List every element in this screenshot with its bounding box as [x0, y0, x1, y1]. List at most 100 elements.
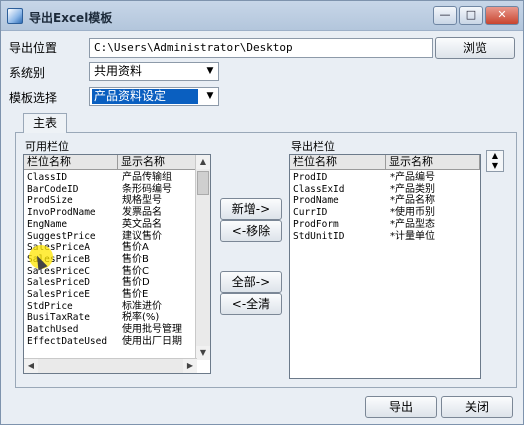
display-name-cell: *产品编号: [390, 172, 435, 183]
field-name-cell: SuggestPrice: [27, 230, 96, 242]
field-name-cell: BatchUsed: [27, 324, 79, 336]
column-header-field-name[interactable]: 栏位名称: [24, 155, 118, 170]
close-button[interactable]: 关闭: [441, 396, 513, 418]
maximize-button[interactable]: □: [459, 6, 483, 25]
chevron-down-icon: ▼: [206, 91, 214, 101]
list-item[interactable]: BarCodeID 条形码编号: [24, 184, 194, 196]
export-excel-template-window: 导出Excel模板 — □ ✕ 导出位置 C:\Users\Administra…: [0, 0, 524, 425]
export-fields-title: 导出栏位: [291, 140, 335, 153]
list-item[interactable]: SalesPriceC 售价C: [24, 266, 194, 278]
field-name-cell: SalesPriceD: [27, 277, 90, 289]
add-all-button[interactable]: 全部->: [220, 271, 282, 293]
display-name-cell: 发票品名: [122, 207, 162, 219]
field-name-cell: StdUnitID: [293, 230, 345, 242]
display-name-cell: 售价C: [122, 265, 149, 277]
list-item[interactable]: InvoProdName 发票品名: [24, 207, 194, 219]
move-down-icon[interactable]: ▼: [487, 161, 503, 171]
export-list-header: 栏位名称 显示名称: [290, 155, 480, 170]
export-fields-list[interactable]: 栏位名称 显示名称 ProdID *产品编号 ClassExId *产品类别 ProdN…: [289, 154, 481, 379]
display-name-cell: 条形码编号: [122, 183, 172, 195]
list-item[interactable]: StdPrice 标准进价: [24, 301, 194, 313]
export-path-label: 导出位置: [9, 41, 58, 55]
display-name-cell: *计量单位: [390, 230, 435, 242]
clear-all-button[interactable]: <-全清: [220, 293, 282, 315]
scroll-thumb[interactable]: [197, 171, 209, 195]
list-item[interactable]: SalesPriceE 售价E: [24, 289, 194, 301]
field-name-cell: EffectDateUsed: [27, 335, 108, 347]
field-name-cell: BusiTaxRate: [27, 312, 90, 324]
list-item[interactable]: SuggestPrice 建议售价: [24, 231, 194, 243]
list-item[interactable]: ClassExId *产品类别: [290, 184, 460, 196]
list-item[interactable]: ProdName *产品名称: [290, 195, 460, 207]
system-select-value: 共用资料: [94, 64, 143, 78]
available-horizontal-scrollbar[interactable]: ◀ ▶: [24, 358, 197, 373]
column-header-field-name[interactable]: 栏位名称: [290, 155, 386, 170]
field-name-cell: EngName: [27, 218, 68, 230]
list-item[interactable]: ClassID 产品传输组: [24, 172, 194, 184]
title-bar[interactable]: 导出Excel模板 — □ ✕: [1, 1, 523, 31]
display-name-cell: 售价D: [122, 277, 150, 289]
list-item[interactable]: SalesPriceD 售价D: [24, 277, 194, 289]
template-select-value: 产品资料设定: [92, 89, 198, 104]
field-name-cell: InvoProdName: [27, 207, 96, 219]
export-path-field[interactable]: C:\Users\Administrator\Desktop: [89, 38, 433, 58]
field-name-cell: ProdName: [293, 195, 339, 207]
display-name-cell: *使用币别: [390, 207, 435, 219]
tab-main[interactable]: 主表: [23, 113, 67, 133]
list-item[interactable]: CurrID *使用币别: [290, 207, 460, 219]
display-name-cell: 售价A: [122, 242, 149, 254]
display-name-cell: 售价B: [122, 253, 149, 265]
template-select[interactable]: 产品资料设定 ▼: [89, 87, 219, 106]
add-button[interactable]: 新增->: [220, 198, 282, 220]
display-name-cell: 产品传输组: [122, 172, 172, 183]
system-select[interactable]: 共用资料 ▼: [89, 62, 219, 81]
display-name-cell: *产品类别: [390, 183, 435, 195]
export-button[interactable]: 导出: [365, 396, 437, 418]
list-item[interactable]: ProdForm *产品型态: [290, 219, 460, 231]
display-name-cell: 使用出厂日期: [122, 335, 182, 347]
column-header-display-name[interactable]: 显示名称: [386, 155, 480, 170]
field-name-cell: BarCodeID: [27, 183, 79, 195]
list-item[interactable]: StdUnitID *计量单位: [290, 231, 460, 243]
remove-button[interactable]: <-移除: [220, 220, 282, 242]
display-name-cell: 建议售价: [122, 230, 162, 242]
system-label: 系统别: [9, 66, 46, 80]
display-name-cell: 使用批号管理: [122, 324, 182, 336]
display-name-cell: *产品名称: [390, 195, 435, 207]
available-fields-list[interactable]: 栏位名称 显示名称 ClassID 产品传输组 BarCodeID 条形码编号 Prod…: [23, 154, 211, 374]
browse-button[interactable]: 浏览: [435, 37, 515, 59]
scroll-right-icon[interactable]: ▶: [183, 359, 197, 373]
display-name-cell: *产品型态: [390, 218, 435, 230]
list-item[interactable]: BatchUsed 使用批号管理: [24, 324, 194, 336]
template-label: 模板选择: [9, 91, 58, 105]
app-icon: [7, 8, 23, 24]
list-item[interactable]: BusiTaxRate 税率(%): [24, 312, 194, 324]
available-fields-title: 可用栏位: [25, 140, 69, 153]
close-window-button[interactable]: ✕: [485, 6, 519, 25]
field-name-cell: ProdID: [293, 172, 328, 183]
field-name-cell: ProdSize: [27, 195, 73, 207]
field-name-cell: CurrID: [293, 207, 328, 219]
minimize-button[interactable]: —: [433, 6, 457, 25]
scroll-up-icon[interactable]: ▲: [196, 155, 210, 169]
column-header-display-name[interactable]: 显示名称: [118, 155, 197, 170]
window-title: 导出Excel模板: [29, 11, 113, 25]
scroll-down-icon[interactable]: ▼: [196, 346, 210, 360]
display-name-cell: 英文品名: [122, 218, 162, 230]
field-name-cell: ClassExId: [293, 183, 345, 195]
list-item[interactable]: EngName 英文品名: [24, 219, 194, 231]
list-item[interactable]: EffectDateUsed 使用出厂日期: [24, 336, 194, 348]
display-name-cell: 售价E: [122, 289, 149, 300]
list-item[interactable]: ProdID *产品编号: [290, 172, 460, 184]
list-item[interactable]: ProdSize 规格型号: [24, 195, 194, 207]
field-name-cell: StdPrice: [27, 300, 73, 312]
display-name-cell: 标准进价: [122, 300, 162, 312]
available-list-header: 栏位名称 显示名称: [24, 155, 197, 170]
chevron-down-icon: ▼: [206, 66, 214, 76]
reorder-spin-button[interactable]: ▲ ▼: [486, 150, 504, 172]
available-vertical-scrollbar[interactable]: ▲ ▼: [195, 155, 210, 360]
display-name-cell: 规格型号: [122, 195, 162, 207]
move-up-icon[interactable]: ▲: [487, 151, 503, 161]
field-name-cell: ProdForm: [293, 218, 339, 230]
scroll-left-icon[interactable]: ◀: [24, 359, 38, 373]
